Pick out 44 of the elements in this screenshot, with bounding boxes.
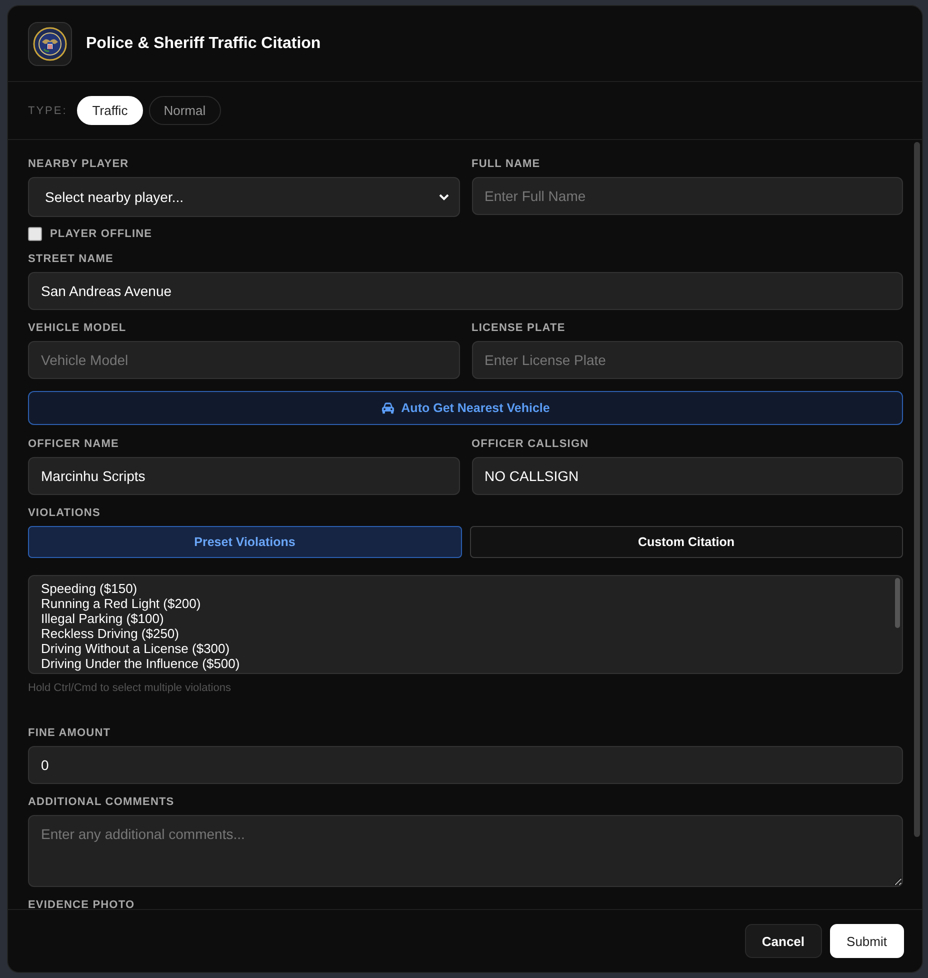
seal-icon — [28, 22, 72, 66]
field-label: OFFICER CALLSIGN — [472, 438, 590, 450]
scrollbar[interactable] — [914, 142, 920, 837]
dialog-title: Police & Sheriff Traffic Citation — [86, 34, 321, 52]
field-label: NEARBY PLAYER — [28, 158, 130, 170]
violation-option[interactable]: Illegal Parking ($100) — [41, 611, 890, 626]
offline-checkbox[interactable] — [28, 227, 42, 241]
field-label: FINE AMOUNT — [28, 727, 112, 739]
violation-option[interactable]: Reckless Driving ($250) — [41, 626, 890, 641]
field-label: VEHICLE MODEL — [28, 322, 128, 334]
field-label: VIOLATIONS — [28, 507, 102, 519]
type-label: TYPE: — [28, 104, 68, 116]
scrollbar[interactable] — [895, 578, 900, 628]
violation-tab[interactable]: Preset Violations — [28, 526, 462, 558]
fine-amount-field[interactable]: 0 — [28, 746, 903, 784]
violation-option[interactable]: Driving Without a License ($300) — [41, 641, 890, 656]
field-label: LICENSE PLATE — [472, 322, 566, 334]
type-tab[interactable]: Traffic — [77, 96, 143, 125]
violations-listbox[interactable]: Speeding ($150) Running a Red Light ($200) Illegal Parking ($100) Reckless Driving ($250) Driving Without a License ($300) Driving Under the Influence ($500) — [28, 575, 903, 674]
vehicle-model-field[interactable]: Vehicle Model — [28, 341, 460, 379]
field-label: STREET NAME — [28, 253, 114, 265]
full-name-field[interactable]: Enter Full Name — [472, 177, 903, 215]
car-icon — [381, 402, 396, 414]
violation-option[interactable]: Driving Under the Influence ($500) — [41, 656, 890, 671]
player-select[interactable]: Select nearby player... — [28, 177, 460, 217]
type-tab[interactable]: Normal — [148, 96, 221, 125]
cancel-button[interactable]: Cancel — [744, 924, 822, 958]
hint-text: Hold Ctrl/Cmd to select multiple violations — [28, 682, 232, 694]
street-name-field[interactable]: San Andreas Avenue — [28, 272, 903, 310]
field-label: EVIDENCE PHOTO — [28, 899, 136, 909]
violation-tab[interactable]: Custom Citation — [470, 526, 903, 558]
officer-name-field[interactable]: Marcinhu Scripts — [28, 457, 460, 495]
license-plate-field[interactable]: Enter License Plate — [472, 341, 903, 379]
chevron-down-icon — [438, 194, 448, 200]
auto-vehicle-button[interactable]: Auto Get Nearest Vehicle — [28, 391, 903, 425]
submit-button[interactable]: Submit — [830, 924, 904, 958]
field-label: FULL NAME — [472, 158, 542, 170]
field-label: OFFICER NAME — [28, 438, 120, 450]
comments-field[interactable]: Enter any additional comments... — [28, 815, 903, 887]
violation-option[interactable]: Running a Red Light ($200) — [41, 596, 890, 611]
callsign-field[interactable]: NO CALLSIGN — [472, 457, 903, 495]
violation-option[interactable]: Speeding ($150) — [41, 581, 890, 596]
field-label: ADDITIONAL COMMENTS — [28, 796, 176, 808]
checkbox-label: PLAYER OFFLINE — [50, 228, 152, 240]
